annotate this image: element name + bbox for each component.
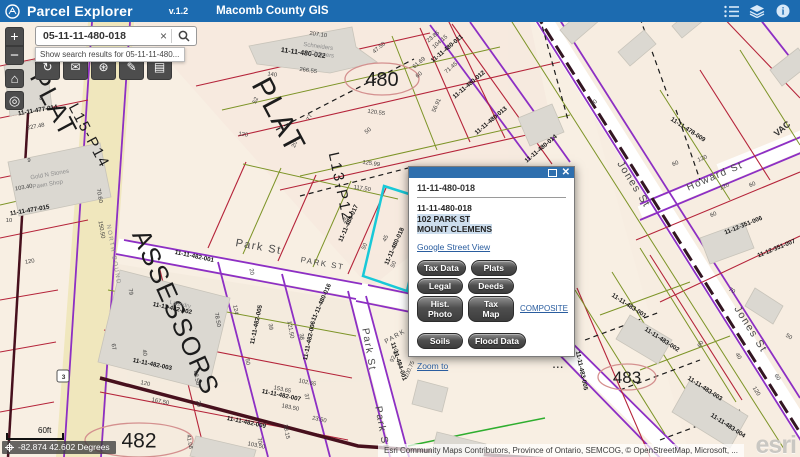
district-label: 482 xyxy=(121,429,156,452)
popup-address-line1: 102 PARK ST xyxy=(417,214,470,224)
popup-parcel-id: 11-11-480-018 xyxy=(417,203,566,214)
popup-button-deeds[interactable]: Deeds xyxy=(468,278,514,294)
legend-icon[interactable] xyxy=(718,2,744,20)
search-box: × xyxy=(35,26,197,46)
popup-button-hist-photo[interactable]: Hist. Photo xyxy=(417,296,463,322)
macomb-county-logo-icon xyxy=(5,4,20,19)
map-dimension-label: 38 xyxy=(297,333,304,340)
composite-link[interactable]: COMPOSITE xyxy=(520,304,568,313)
map-misc-label: 3 xyxy=(62,374,66,381)
coordinates-text: -82.874 42.602 Degrees xyxy=(18,442,110,452)
zoom-to-link[interactable]: Zoom to xyxy=(417,361,448,371)
map-dimension-label: 39 xyxy=(266,323,273,330)
district-label: 480 xyxy=(365,69,398,91)
map-dimension-label: 67 xyxy=(109,343,116,350)
map-dimension-label: 37 xyxy=(302,393,309,400)
popup-button-legal[interactable]: Legal xyxy=(417,278,463,294)
map-dimension-label: 8 xyxy=(39,96,42,102)
popup-more-options[interactable]: ... xyxy=(553,363,564,369)
search-icon[interactable] xyxy=(172,30,196,42)
popup-button-tax-map[interactable]: Tax Map xyxy=(468,296,514,322)
popup-button-tax-data[interactable]: Tax Data xyxy=(417,260,466,276)
app-subtitle: Macomb County GIS xyxy=(216,5,328,17)
home-extent-button[interactable]: ⌂ xyxy=(5,69,24,88)
map-dimension-label: 20 xyxy=(194,400,201,407)
zoom-in-button[interactable]: + xyxy=(5,27,24,46)
popup-close-icon[interactable]: ✕ xyxy=(562,168,570,177)
map-dimension-label: 10 xyxy=(6,218,12,224)
esri-logo: esri xyxy=(756,431,796,457)
popup-restore-icon[interactable] xyxy=(548,169,557,177)
coordinates-readout: -82.874 42.602 Degrees xyxy=(2,441,116,454)
scale-bar xyxy=(6,433,64,440)
search-input[interactable] xyxy=(36,30,156,42)
svg-text:i: i xyxy=(782,7,785,18)
popup-divider xyxy=(417,197,566,198)
map-dimension-label: 70 xyxy=(255,437,262,444)
map-dimension-label: 9 xyxy=(27,158,30,164)
app-header: Parcel Explorer v.1.2 Macomb County GIS … xyxy=(0,0,800,22)
popup-button-soils[interactable]: Soils xyxy=(417,333,463,349)
popup-address-line2: MOUNT CLEMENS xyxy=(417,224,492,234)
map-attribution: Esri Community Maps Contributors, Provin… xyxy=(378,444,744,457)
district-label: 483 xyxy=(613,368,641,387)
crosshair-icon xyxy=(5,443,14,452)
locate-button[interactable]: ◎ xyxy=(5,91,24,110)
popup-button-grid: Tax Data Plats Legal Deeds Hist. PhotoTax Ma… xyxy=(417,260,566,349)
app-version: v.1.2 xyxy=(169,6,188,16)
map-dimension-label: 79 xyxy=(126,288,133,295)
zoom-out-button[interactable]: − xyxy=(5,46,24,65)
map-dimension-label: 40 xyxy=(140,349,147,356)
google-street-view-link[interactable]: Google Street View xyxy=(417,242,490,252)
clear-search-icon[interactable]: × xyxy=(156,27,171,45)
popup-header: ✕ xyxy=(409,167,574,178)
app-title: Parcel Explorer xyxy=(27,3,133,19)
search-suggestion[interactable]: Show search results for 05-11-11-480... xyxy=(35,47,185,62)
parcel-explorer-app: 480482483 Park StPARK STPark StPark StPA… xyxy=(0,0,800,457)
popup-button-plats[interactable]: Plats xyxy=(471,260,517,276)
map-dimension-label: 20 xyxy=(247,268,254,275)
popup-button-flood-data[interactable]: Flood Data xyxy=(468,333,526,349)
info-icon[interactable]: i xyxy=(770,2,796,20)
popup-title: 11-11-480-018 xyxy=(417,183,566,193)
map-dimension-label: 50 xyxy=(243,358,250,365)
parcel-popup: ✕ 11-11-480-018 11-11-480-018 102 PARK S… xyxy=(408,166,575,357)
layers-icon[interactable] xyxy=(744,2,770,20)
